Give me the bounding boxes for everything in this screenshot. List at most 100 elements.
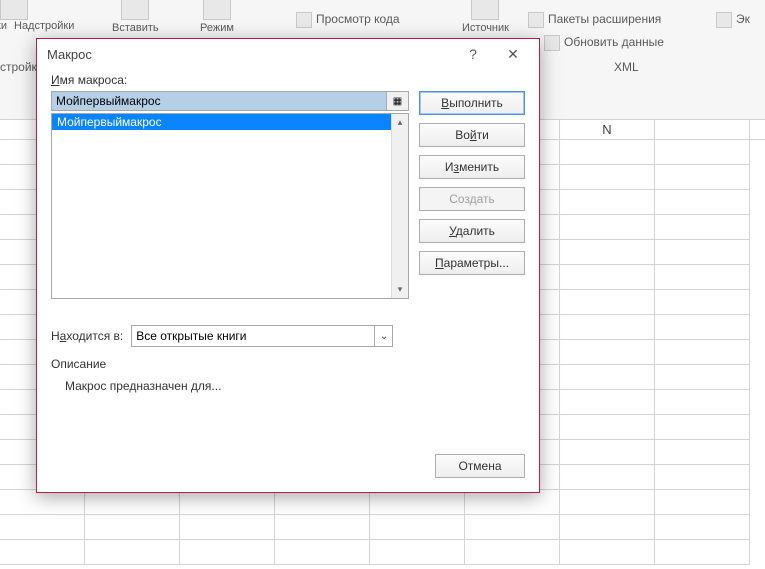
cell[interactable] (85, 515, 180, 540)
cell[interactable] (465, 515, 560, 540)
ribbon-pakety[interactable]: Пакеты расширения (528, 12, 661, 28)
step-into-button[interactable]: Войти (419, 123, 525, 147)
ribbon-label: Режим (200, 22, 234, 34)
cell[interactable] (655, 540, 750, 565)
cell[interactable] (275, 515, 370, 540)
list-item[interactable]: Мойпервыймакрос (52, 114, 408, 130)
cell[interactable] (655, 290, 750, 315)
cell[interactable] (560, 265, 655, 290)
ribbon-nadstroyki[interactable]: ки Надстройки (0, 0, 28, 22)
expansion-packs-icon (528, 12, 544, 28)
cell[interactable] (370, 490, 465, 515)
cancel-button[interactable]: Отмена (435, 454, 525, 478)
cell[interactable] (0, 515, 85, 540)
ribbon-obnovit[interactable]: Обновить данные (544, 35, 664, 51)
macro-dialog: Макрос ? ✕ Имя макроса: ▦ Мойпервыймакро… (36, 38, 540, 493)
view-code-icon (296, 12, 312, 28)
options-button[interactable]: Параметры... (419, 251, 525, 275)
cell[interactable] (655, 490, 750, 515)
cell[interactable] (560, 240, 655, 265)
cell[interactable] (655, 415, 750, 440)
refresh-icon (544, 35, 560, 51)
close-icon: ✕ (507, 46, 519, 63)
ribbon-label: Надстройки (14, 20, 74, 32)
range-picker-button[interactable]: ▦ (387, 91, 409, 111)
cell[interactable] (275, 540, 370, 565)
cell[interactable] (655, 440, 750, 465)
cell[interactable] (180, 515, 275, 540)
ribbon-rezhim[interactable]: Режим (200, 0, 234, 34)
cell[interactable] (655, 515, 750, 540)
delete-button[interactable]: Удалить (419, 219, 525, 243)
macro-listbox[interactable]: Мойпервыймакрос ▴ ▾ (51, 113, 409, 299)
help-button[interactable]: ? (453, 40, 493, 68)
cell[interactable] (655, 265, 750, 290)
cell[interactable] (655, 340, 750, 365)
cell[interactable] (370, 515, 465, 540)
ribbon-group-xml: XML (614, 60, 639, 74)
cell[interactable] (655, 165, 750, 190)
column-header[interactable] (655, 120, 750, 139)
cell[interactable] (560, 365, 655, 390)
cell[interactable] (655, 215, 750, 240)
create-button: Создать (419, 187, 525, 211)
cell[interactable] (0, 490, 85, 515)
ribbon-vstavit[interactable]: Вставить (112, 0, 159, 34)
cell[interactable] (560, 315, 655, 340)
ribbon-istochnik[interactable]: Источник (462, 0, 509, 34)
cell[interactable] (465, 490, 560, 515)
mode-icon (203, 0, 231, 20)
range-picker-icon: ▦ (393, 96, 402, 107)
cell[interactable] (85, 490, 180, 515)
cell[interactable] (85, 540, 180, 565)
cell[interactable] (560, 515, 655, 540)
ribbon-label: ки (0, 20, 7, 32)
scroll-up-icon[interactable]: ▴ (392, 114, 408, 131)
ribbon-label: Источник (462, 22, 509, 34)
macro-name-input[interactable] (51, 91, 387, 111)
ribbon-prosmotr-koda[interactable]: Просмотр кода (296, 12, 400, 28)
description-text: Макрос предназначен для... (65, 379, 525, 393)
column-header[interactable]: N (560, 120, 655, 139)
scrollbar[interactable]: ▴ ▾ (391, 114, 408, 298)
edit-button[interactable]: Изменить (419, 155, 525, 179)
cell[interactable] (655, 465, 750, 490)
cell[interactable] (180, 490, 275, 515)
ribbon-ek[interactable]: Эк (716, 12, 750, 28)
cell[interactable] (560, 490, 655, 515)
cell[interactable] (560, 465, 655, 490)
cell[interactable] (275, 490, 370, 515)
cell[interactable] (0, 540, 85, 565)
cell[interactable] (655, 240, 750, 265)
ribbon-label: Вставить (112, 22, 159, 34)
cell[interactable] (370, 540, 465, 565)
cell[interactable] (655, 140, 750, 165)
cell[interactable] (560, 440, 655, 465)
scroll-down-icon[interactable]: ▾ (392, 281, 408, 298)
help-icon: ? (469, 46, 477, 62)
dialog-title: Макрос (47, 47, 453, 62)
close-button[interactable]: ✕ (493, 40, 533, 68)
cell[interactable] (655, 390, 750, 415)
cell[interactable] (560, 540, 655, 565)
cell[interactable] (655, 365, 750, 390)
cell[interactable] (655, 190, 750, 215)
cell[interactable] (560, 290, 655, 315)
cell[interactable] (465, 540, 560, 565)
cell[interactable] (560, 340, 655, 365)
description-label: Описание (51, 357, 525, 371)
run-button[interactable]: Выполнить (419, 91, 525, 115)
location-select[interactable]: Все открытые книги ⌄ (131, 325, 393, 347)
cell[interactable] (560, 215, 655, 240)
dialog-content: Имя макроса: ▦ Мойпервыймакрос ▴ ▾ Выпол… (37, 69, 539, 405)
cell[interactable] (655, 315, 750, 340)
cell[interactable] (560, 165, 655, 190)
cell[interactable] (560, 415, 655, 440)
dialog-titlebar[interactable]: Макрос ? ✕ (37, 39, 539, 69)
chevron-down-icon: ⌄ (374, 326, 388, 346)
cell[interactable] (560, 390, 655, 415)
cell[interactable] (560, 140, 655, 165)
cell[interactable] (180, 540, 275, 565)
cell[interactable] (560, 190, 655, 215)
location-label: Находится в: (51, 329, 123, 343)
